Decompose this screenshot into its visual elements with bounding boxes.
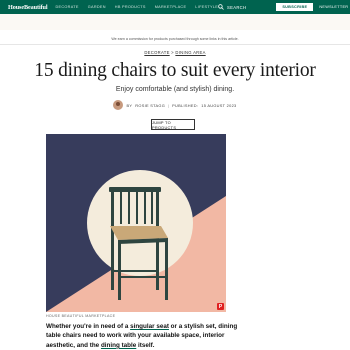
ad-banner-area bbox=[0, 14, 350, 30]
nav-link-garden[interactable]: GARDEN bbox=[88, 5, 106, 9]
author-avatar[interactable] bbox=[113, 100, 124, 110]
byline-separator: | bbox=[168, 102, 170, 108]
byline-prefix: BY bbox=[126, 102, 133, 108]
pinterest-icon[interactable]: P bbox=[217, 303, 224, 310]
search-icon bbox=[218, 4, 224, 10]
breadcrumb-dining-area[interactable]: DINING AREA bbox=[175, 50, 205, 55]
divider bbox=[0, 44, 350, 45]
subscribe-button[interactable]: SUBSCRIBE bbox=[276, 3, 314, 11]
article-intro: Whether you're in need of a singular sea… bbox=[46, 322, 246, 350]
intro-text-3: itself. bbox=[136, 341, 155, 349]
nav-links: DECORATE GARDEN HB PRODUCTS MARKETPLACE … bbox=[56, 5, 219, 9]
published-date: 15 AUGUST 2023 bbox=[201, 102, 237, 108]
byline: BY ROSIE STAGG | PUBLISHED: 15 AUGUST 20… bbox=[0, 98, 350, 112]
site-logo[interactable]: HouseBeautiful bbox=[8, 4, 48, 11]
hero-image: P bbox=[46, 134, 226, 312]
commission-notice: We earn a commission for products purcha… bbox=[111, 37, 239, 41]
nav-link-hb-products[interactable]: HB PRODUCTS bbox=[115, 5, 146, 9]
breadcrumb-separator: > bbox=[171, 50, 174, 55]
published-label: PUBLISHED: bbox=[172, 102, 199, 108]
link-dining-table[interactable]: dining table bbox=[101, 342, 136, 349]
breadcrumb-decorate[interactable]: DECORATE bbox=[144, 50, 169, 55]
link-singular-seat[interactable]: singular seat bbox=[130, 323, 169, 330]
breadcrumb: DECORATE > DINING AREA bbox=[0, 50, 350, 55]
search-label: SEARCH bbox=[227, 4, 247, 10]
article-dek: Enjoy comfortable (and stylish) dining. bbox=[115, 86, 235, 93]
nav-link-lifestyle[interactable]: LIFESTYLE bbox=[195, 5, 218, 9]
search-button[interactable]: SEARCH bbox=[218, 4, 246, 10]
intro-text-1: Whether you're in need of a bbox=[46, 323, 131, 330]
nav-link-decorate[interactable]: DECORATE bbox=[56, 5, 79, 9]
image-credit: HOUSE BEAUTIFUL MARKETPLACE bbox=[46, 314, 116, 318]
top-nav: HouseBeautiful DECORATE GARDEN HB PRODUC… bbox=[0, 0, 350, 14]
article-title: 15 dining chairs to suit every interior bbox=[34, 60, 316, 81]
author-name[interactable]: ROSIE STAGG bbox=[135, 103, 165, 108]
nav-link-marketplace[interactable]: MARKETPLACE bbox=[155, 5, 187, 9]
jump-to-products-button[interactable]: JUMP TO PRODUCTS bbox=[151, 119, 195, 130]
newsletter-link[interactable]: NEWSLETTER bbox=[319, 5, 348, 9]
hero-illustration bbox=[46, 134, 226, 312]
